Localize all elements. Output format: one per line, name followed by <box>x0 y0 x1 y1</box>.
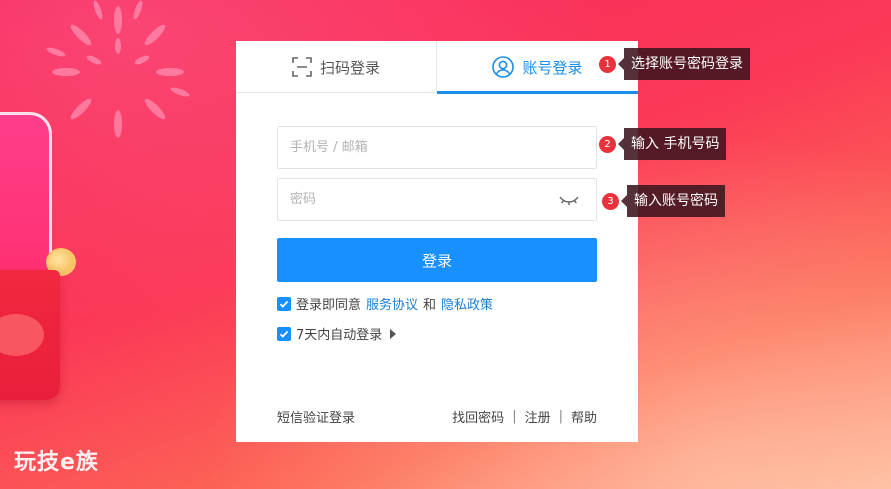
step-annotation-2: 2 输入 手机号码 <box>599 128 727 160</box>
step-annotation-3: 3 输入账号密码 <box>602 185 725 217</box>
step-badge: 2 <box>599 135 616 153</box>
register-link[interactable]: 注册 <box>525 407 551 426</box>
login-panel: 扫码登录 账号登录 登录 登录即同意 服务协议 和 <box>236 41 638 442</box>
checkmark-icon <box>279 300 289 308</box>
brand-logo: 玩技e族 <box>14 450 99 475</box>
login-button[interactable]: 登录 <box>277 238 597 282</box>
sms-login-link[interactable]: 短信验证登录 <box>277 407 355 426</box>
auto-login-label: 7天内自动登录 <box>296 328 383 343</box>
footer-separator: | <box>558 409 563 424</box>
phone-email-input[interactable] <box>278 127 596 168</box>
password-input[interactable] <box>278 179 596 220</box>
step-tooltip: 输入 手机号码 <box>617 128 727 160</box>
red-packet-illustration: 天 <box>0 270 60 400</box>
active-tab-indicator <box>437 91 638 94</box>
login-tabs: 扫码登录 账号登录 <box>236 41 638 94</box>
scan-frame-icon <box>292 57 312 77</box>
auto-login-row: 7天内自动登录 <box>277 324 397 343</box>
eye-closed-icon[interactable] <box>558 193 580 207</box>
cloud-decoration <box>0 314 44 356</box>
checkmark-icon <box>279 330 289 338</box>
agreement-prefix: 登录即同意 <box>296 298 362 313</box>
tab-account-label: 账号登录 <box>522 58 583 77</box>
phone-email-field <box>277 126 597 169</box>
caret-right-icon[interactable] <box>390 328 397 339</box>
phone-illustration <box>0 112 52 292</box>
tab-qr-label: 扫码登录 <box>319 58 380 77</box>
firework-decoration <box>46 0 190 138</box>
agreement-row: 登录即同意 服务协议 和 隐私政策 <box>277 294 493 313</box>
footer-links: 找回密码 | 注册 | 帮助 <box>452 407 597 426</box>
password-field <box>277 178 597 221</box>
footer-separator: | <box>512 409 517 424</box>
step-annotation-1: 1 选择账号密码登录 <box>599 48 750 80</box>
user-circle-icon <box>492 56 515 78</box>
agreement-checkbox[interactable] <box>277 296 291 311</box>
help-link[interactable]: 帮助 <box>571 407 597 426</box>
step-tooltip: 输入账号密码 <box>621 185 725 217</box>
agreement-and: 和 <box>423 298 437 313</box>
service-agreement-link[interactable]: 服务协议 <box>366 294 418 313</box>
find-password-link[interactable]: 找回密码 <box>452 407 504 426</box>
step-tooltip: 选择账号密码登录 <box>618 48 750 80</box>
login-footer: 短信验证登录 找回密码 | 注册 | 帮助 <box>277 407 597 426</box>
auto-login-checkbox[interactable] <box>277 326 291 341</box>
step-badge: 3 <box>602 192 619 210</box>
privacy-policy-link[interactable]: 隐私政策 <box>441 294 493 313</box>
tab-qr-login[interactable]: 扫码登录 <box>236 41 437 93</box>
step-badge: 1 <box>599 55 616 73</box>
